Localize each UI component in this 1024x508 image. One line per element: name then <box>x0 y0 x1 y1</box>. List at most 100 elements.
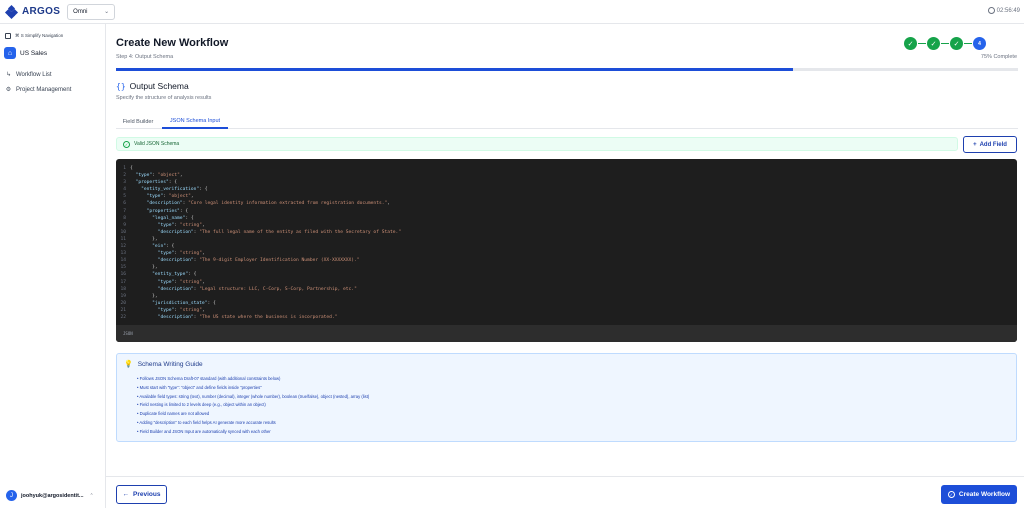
organization-select[interactable]: Omni ⌄ <box>67 3 116 20</box>
guide-item: • Field nesting is limited to 2 levels d… <box>137 402 266 408</box>
code-token: : { <box>168 180 178 186</box>
code-line: 5 "type": "object", <box>116 193 1017 200</box>
sidebar-item-label: Workflow List <box>16 71 52 78</box>
section-subtitle: Specify the structure of analysis result… <box>116 95 212 101</box>
top-bar: ARGOS Omni ⌄ 02:56:49 <box>0 0 1024 24</box>
line-number: 11 <box>120 236 126 242</box>
code-token: "description" <box>157 314 194 320</box>
workspace-item[interactable]: ⌂ US Sales <box>4 47 47 59</box>
code-line: 3 "properties": { <box>116 179 1017 186</box>
line-number: 2 <box>123 173 126 179</box>
code-token: : { <box>199 187 208 193</box>
sidebar: ⌘ S Simplify Navigation ⌂ US Sales ↳ Wor… <box>0 24 106 508</box>
line-number: 1 <box>123 166 126 171</box>
indent-guide <box>130 286 158 293</box>
code-token: , <box>179 173 183 179</box>
code-line: 22 "description": "The US state where th… <box>116 314 1017 321</box>
code-token: : { <box>165 244 175 250</box>
progress-percent: 75% Complete <box>980 54 1017 60</box>
guide-item: • Adding "description" to each field hel… <box>137 419 276 425</box>
indent-guide <box>130 236 152 243</box>
page-title: Create New Workflow <box>116 37 229 49</box>
indent-guide <box>130 279 158 286</box>
indent-guide <box>130 215 152 222</box>
gear-icon: ⚙ <box>5 87 12 93</box>
line-number: 3 <box>123 180 126 186</box>
code-token: "legal_name" <box>152 215 186 221</box>
sidebar-item-workflow-list[interactable]: ↳ Workflow List <box>5 71 52 79</box>
code-token: , <box>201 222 205 228</box>
line-number: 18 <box>120 286 126 292</box>
code-line: 21 "type": "string", <box>116 307 1017 314</box>
code-line: 12 "ein": { <box>116 243 1017 250</box>
sidebar-item-project-management[interactable]: ⚙ Project Management <box>5 86 72 94</box>
code-line: 13 "type": "string", <box>116 250 1017 257</box>
add-field-button[interactable]: + Add Field <box>963 136 1017 153</box>
json-editor-content[interactable]: 1{2 "type": "object", 3 "properties": {4 … <box>116 165 1017 331</box>
app-logo[interactable]: ARGOS <box>4 4 60 19</box>
footer-divider <box>106 476 1024 477</box>
code-token: , <box>201 307 205 313</box>
arrow-left-icon: ← <box>122 491 130 498</box>
code-token: "string" <box>179 307 202 313</box>
organization-select-value: Omni <box>73 8 88 15</box>
validation-banner: ✓ Valid JSON Schema <box>116 137 958 151</box>
list-icon: ↳ <box>5 72 12 78</box>
code-line: 19 }, <box>116 293 1017 300</box>
code-token: "description" <box>146 201 183 207</box>
line-number: 4 <box>123 187 126 193</box>
line-number: 14 <box>120 258 126 264</box>
guide-heading: 💡 Schema Writing Guide <box>124 360 203 369</box>
indent-guide <box>130 208 147 215</box>
step-3-check-icon: ✓ <box>950 37 963 50</box>
progress-bar <box>116 68 1018 71</box>
check-circle-icon: ✓ <box>123 140 130 148</box>
code-line: 20 "jurisdiction_state": { <box>116 300 1017 307</box>
code-token: "The full legal name of the entity as fi… <box>199 229 402 235</box>
tab-field-builder[interactable]: Field Builder <box>116 114 160 129</box>
code-token: "string" <box>179 251 202 257</box>
code-token: "The 9-digit Employer Identification Num… <box>199 258 360 264</box>
editor-language: JSON <box>123 331 133 336</box>
user-email: joohyuk@argosidentit... <box>21 492 84 499</box>
check-circle-icon: ✓ <box>947 491 955 498</box>
step-1-check-icon: ✓ <box>904 37 917 50</box>
lightbulb-icon: 💡 <box>124 361 133 368</box>
indent-guide <box>130 193 147 200</box>
indent-guide <box>130 314 158 321</box>
logo-icon <box>4 4 19 19</box>
simplify-navigation-toggle[interactable]: ⌘ S Simplify Navigation <box>5 33 63 39</box>
create-workflow-button[interactable]: ✓ Create Workflow <box>941 485 1017 504</box>
indent-guide <box>130 300 152 307</box>
code-line: 17 "type": "string", <box>116 279 1017 286</box>
code-line: 16 "entity_type": { <box>116 271 1017 278</box>
braces-icon: {} <box>116 81 126 91</box>
guide-item: • Field Builder and JSON Input are autom… <box>137 428 271 434</box>
indent-guide <box>130 307 158 314</box>
guide-item: • Available field types: string (text), … <box>137 393 370 399</box>
indent-guide <box>130 222 158 229</box>
sidebar-toggle-icon <box>5 33 11 39</box>
code-line: 10 "description": "The full legal name o… <box>116 229 1017 236</box>
code-token: "ein" <box>152 244 166 250</box>
code-token: "type" <box>157 279 175 285</box>
section-heading: {} Output Schema <box>116 81 189 91</box>
user-menu[interactable]: J joohyuk@argosidentit... ⌃ <box>6 490 94 501</box>
line-number: 22 <box>120 314 126 320</box>
code-token: "type" <box>157 222 175 228</box>
tab-json-schema-input[interactable]: JSON Schema Input <box>162 114 228 129</box>
code-token: "Legal structure: LLC, C-Corp, S-Corp, P… <box>199 286 357 292</box>
step-connector <box>941 43 949 44</box>
workspace-label: US Sales <box>20 49 48 57</box>
json-editor[interactable]: 1{2 "type": "object", 3 "properties": {4 … <box>116 159 1017 342</box>
line-number: 13 <box>120 251 126 257</box>
step-connector <box>918 43 926 44</box>
code-token: : { <box>207 300 216 306</box>
previous-button[interactable]: ← Previous <box>116 485 167 504</box>
code-line: 1{ <box>116 165 1017 172</box>
line-number: 9 <box>123 222 126 228</box>
code-line: 8 "legal_name": { <box>116 215 1017 222</box>
code-token: "object" <box>157 173 180 179</box>
line-number: 15 <box>120 265 126 271</box>
indent-guide <box>130 257 158 264</box>
